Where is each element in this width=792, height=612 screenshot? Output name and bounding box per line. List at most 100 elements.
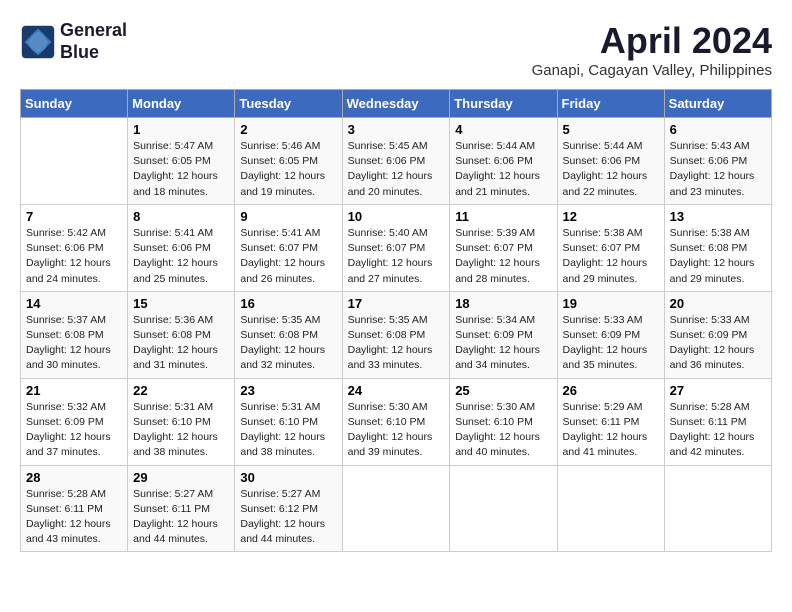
title-area: April 2024 Ganapi, Cagayan Valley, Phili… <box>532 20 772 79</box>
day-info: Sunrise: 5:33 AM Sunset: 6:09 PM Dayligh… <box>670 313 766 374</box>
header: General Blue April 2024 Ganapi, Cagayan … <box>20 20 772 79</box>
day-info: Sunrise: 5:42 AM Sunset: 6:06 PM Dayligh… <box>26 226 122 287</box>
day-cell <box>450 465 557 552</box>
day-info: Sunrise: 5:40 AM Sunset: 6:07 PM Dayligh… <box>348 226 445 287</box>
logo-text: General Blue <box>60 20 127 63</box>
day-number: 9 <box>240 209 336 224</box>
day-number: 26 <box>563 383 659 398</box>
day-info: Sunrise: 5:37 AM Sunset: 6:08 PM Dayligh… <box>26 313 122 374</box>
day-cell: 5 Sunrise: 5:44 AM Sunset: 6:06 PM Daylig… <box>557 118 664 205</box>
day-cell: 24 Sunrise: 5:30 AM Sunset: 6:10 PM Dayli… <box>342 378 450 465</box>
day-cell: 15 Sunrise: 5:36 AM Sunset: 6:08 PM Dayli… <box>128 291 235 378</box>
day-cell: 1 Sunrise: 5:47 AM Sunset: 6:05 PM Daylig… <box>128 118 235 205</box>
day-cell: 20Sunrise: 5:33 AM Sunset: 6:09 PM Dayli… <box>664 291 771 378</box>
day-info: Sunrise: 5:34 AM Sunset: 6:09 PM Dayligh… <box>455 313 551 374</box>
day-cell: 11 Sunrise: 5:39 AM Sunset: 6:07 PM Dayli… <box>450 204 557 291</box>
day-cell: 12Sunrise: 5:38 AM Sunset: 6:07 PM Dayli… <box>557 204 664 291</box>
day-info: Sunrise: 5:29 AM Sunset: 6:11 PM Dayligh… <box>563 400 659 461</box>
day-info: Sunrise: 5:28 AM Sunset: 6:11 PM Dayligh… <box>26 487 122 548</box>
day-info: Sunrise: 5:43 AM Sunset: 6:06 PM Dayligh… <box>670 139 766 200</box>
day-number: 3 <box>348 122 445 137</box>
week-row-2: 7Sunrise: 5:42 AM Sunset: 6:06 PM Daylig… <box>21 204 772 291</box>
week-row-4: 21 Sunrise: 5:32 AM Sunset: 6:09 PM Dayli… <box>21 378 772 465</box>
day-info: Sunrise: 5:41 AM Sunset: 6:07 PM Dayligh… <box>240 226 336 287</box>
day-cell: 3 Sunrise: 5:45 AM Sunset: 6:06 PM Daylig… <box>342 118 450 205</box>
day-info: Sunrise: 5:38 AM Sunset: 6:08 PM Dayligh… <box>670 226 766 287</box>
day-cell: 7Sunrise: 5:42 AM Sunset: 6:06 PM Daylig… <box>21 204 128 291</box>
day-header-sunday: Sunday <box>21 90 128 118</box>
day-cell: 2Sunrise: 5:46 AM Sunset: 6:05 PM Daylig… <box>235 118 342 205</box>
day-cell: 21 Sunrise: 5:32 AM Sunset: 6:09 PM Dayli… <box>21 378 128 465</box>
day-cell: 17 Sunrise: 5:35 AM Sunset: 6:08 PM Dayli… <box>342 291 450 378</box>
day-info: Sunrise: 5:41 AM Sunset: 6:06 PM Dayligh… <box>133 226 229 287</box>
day-info: Sunrise: 5:39 AM Sunset: 6:07 PM Dayligh… <box>455 226 551 287</box>
day-number: 8 <box>133 209 229 224</box>
day-number: 17 <box>348 296 445 311</box>
day-number: 19 <box>563 296 659 311</box>
day-cell: 23Sunrise: 5:31 AM Sunset: 6:10 PM Dayli… <box>235 378 342 465</box>
day-number: 15 <box>133 296 229 311</box>
logo-line2: Blue <box>60 42 99 62</box>
day-header-tuesday: Tuesday <box>235 90 342 118</box>
week-row-5: 28Sunrise: 5:28 AM Sunset: 6:11 PM Dayli… <box>21 465 772 552</box>
day-number: 25 <box>455 383 551 398</box>
day-info: Sunrise: 5:44 AM Sunset: 6:06 PM Dayligh… <box>563 139 659 200</box>
location-title: Ganapi, Cagayan Valley, Philippines <box>532 62 772 79</box>
day-info: Sunrise: 5:30 AM Sunset: 6:10 PM Dayligh… <box>348 400 445 461</box>
day-number: 5 <box>563 122 659 137</box>
calendar-table: SundayMondayTuesdayWednesdayThursdayFrid… <box>20 89 772 552</box>
day-cell <box>557 465 664 552</box>
logo: General Blue <box>20 20 127 63</box>
day-cell: 9 Sunrise: 5:41 AM Sunset: 6:07 PM Daylig… <box>235 204 342 291</box>
day-number: 24 <box>348 383 445 398</box>
day-cell: 16 Sunrise: 5:35 AM Sunset: 6:08 PM Dayli… <box>235 291 342 378</box>
day-info: Sunrise: 5:36 AM Sunset: 6:08 PM Dayligh… <box>133 313 229 374</box>
logo-icon <box>20 24 56 60</box>
day-info: Sunrise: 5:44 AM Sunset: 6:06 PM Dayligh… <box>455 139 551 200</box>
day-header-thursday: Thursday <box>450 90 557 118</box>
week-row-1: 1 Sunrise: 5:47 AM Sunset: 6:05 PM Daylig… <box>21 118 772 205</box>
day-number: 16 <box>240 296 336 311</box>
day-info: Sunrise: 5:47 AM Sunset: 6:05 PM Dayligh… <box>133 139 229 200</box>
day-header-wednesday: Wednesday <box>342 90 450 118</box>
day-number: 23 <box>240 383 336 398</box>
day-number: 22 <box>133 383 229 398</box>
day-cell: 25 Sunrise: 5:30 AM Sunset: 6:10 PM Dayli… <box>450 378 557 465</box>
day-cell: 19Sunrise: 5:33 AM Sunset: 6:09 PM Dayli… <box>557 291 664 378</box>
day-number: 27 <box>670 383 766 398</box>
day-info: Sunrise: 5:31 AM Sunset: 6:10 PM Dayligh… <box>133 400 229 461</box>
day-header-saturday: Saturday <box>664 90 771 118</box>
day-number: 11 <box>455 209 551 224</box>
day-cell: 10 Sunrise: 5:40 AM Sunset: 6:07 PM Dayli… <box>342 204 450 291</box>
day-info: Sunrise: 5:35 AM Sunset: 6:08 PM Dayligh… <box>240 313 336 374</box>
day-cell: 8 Sunrise: 5:41 AM Sunset: 6:06 PM Daylig… <box>128 204 235 291</box>
day-cell: 6Sunrise: 5:43 AM Sunset: 6:06 PM Daylig… <box>664 118 771 205</box>
day-cell <box>342 465 450 552</box>
day-number: 2 <box>240 122 336 137</box>
header-row: SundayMondayTuesdayWednesdayThursdayFrid… <box>21 90 772 118</box>
week-row-3: 14Sunrise: 5:37 AM Sunset: 6:08 PM Dayli… <box>21 291 772 378</box>
day-cell <box>664 465 771 552</box>
day-cell: 26 Sunrise: 5:29 AM Sunset: 6:11 PM Dayli… <box>557 378 664 465</box>
day-info: Sunrise: 5:27 AM Sunset: 6:12 PM Dayligh… <box>240 487 336 548</box>
day-cell: 18Sunrise: 5:34 AM Sunset: 6:09 PM Dayli… <box>450 291 557 378</box>
day-number: 21 <box>26 383 122 398</box>
day-number: 10 <box>348 209 445 224</box>
day-number: 4 <box>455 122 551 137</box>
day-cell: 13Sunrise: 5:38 AM Sunset: 6:08 PM Dayli… <box>664 204 771 291</box>
day-info: Sunrise: 5:30 AM Sunset: 6:10 PM Dayligh… <box>455 400 551 461</box>
month-title: April 2024 <box>532 20 772 62</box>
day-cell: 4 Sunrise: 5:44 AM Sunset: 6:06 PM Daylig… <box>450 118 557 205</box>
day-cell: 14Sunrise: 5:37 AM Sunset: 6:08 PM Dayli… <box>21 291 128 378</box>
day-number: 30 <box>240 470 336 485</box>
day-number: 1 <box>133 122 229 137</box>
day-cell: 30 Sunrise: 5:27 AM Sunset: 6:12 PM Dayli… <box>235 465 342 552</box>
day-info: Sunrise: 5:35 AM Sunset: 6:08 PM Dayligh… <box>348 313 445 374</box>
day-cell <box>21 118 128 205</box>
day-info: Sunrise: 5:32 AM Sunset: 6:09 PM Dayligh… <box>26 400 122 461</box>
day-header-monday: Monday <box>128 90 235 118</box>
day-cell: 28Sunrise: 5:28 AM Sunset: 6:11 PM Dayli… <box>21 465 128 552</box>
day-info: Sunrise: 5:45 AM Sunset: 6:06 PM Dayligh… <box>348 139 445 200</box>
day-info: Sunrise: 5:28 AM Sunset: 6:11 PM Dayligh… <box>670 400 766 461</box>
day-header-friday: Friday <box>557 90 664 118</box>
